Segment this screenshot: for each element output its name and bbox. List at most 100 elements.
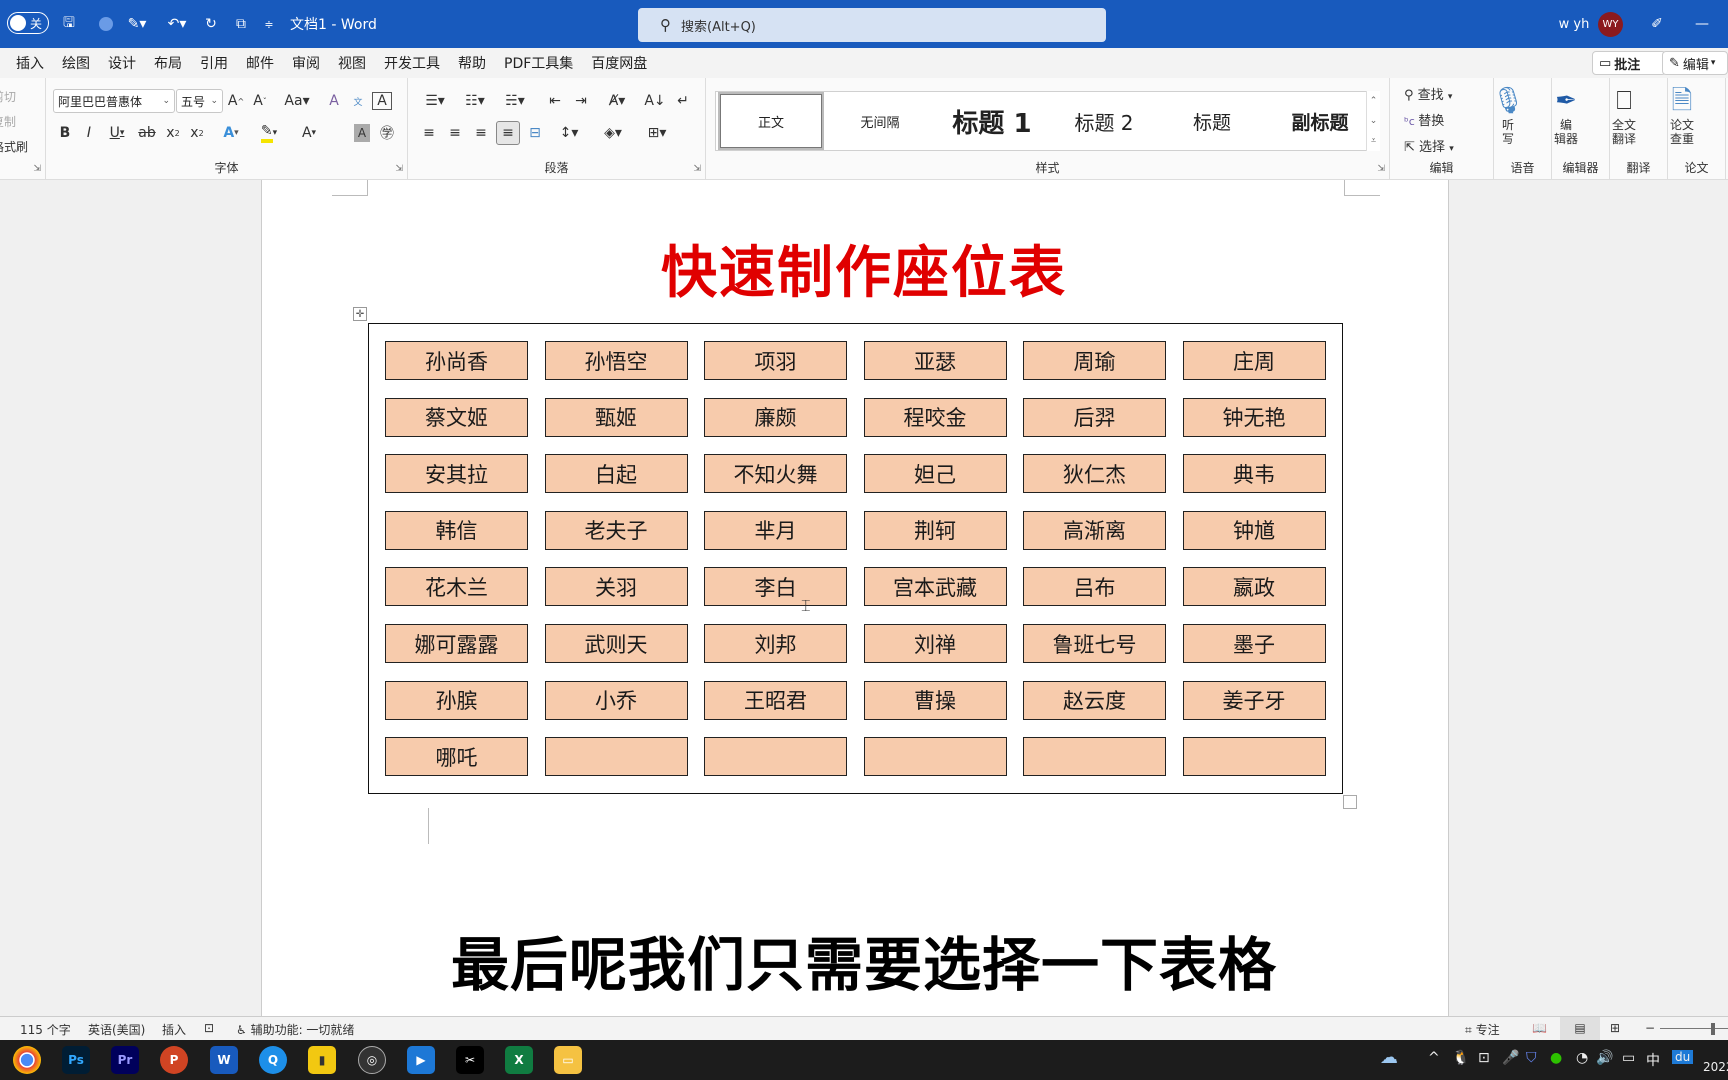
- tab-layout[interactable]: 布局: [145, 53, 191, 73]
- seat-cell[interactable]: 不知火舞: [704, 454, 847, 494]
- style-subtitle[interactable]: 副标题: [1268, 92, 1372, 150]
- save-icon[interactable]: 🖫: [58, 0, 80, 48]
- seat-cell[interactable]: 赵云度: [1023, 680, 1166, 720]
- dictate-button[interactable]: 🎙 听 写: [1482, 84, 1534, 146]
- sort-icon[interactable]: A↓: [644, 89, 666, 113]
- seat-cell[interactable]: 蔡文姬: [385, 397, 528, 437]
- seat-cell[interactable]: 哪吒: [385, 737, 528, 777]
- camera-icon[interactable]: ⊡: [1478, 1050, 1490, 1066]
- tab-help[interactable]: 帮助: [449, 53, 495, 73]
- seat-cell[interactable]: 鲁班七号: [1023, 624, 1166, 663]
- show-marks-icon[interactable]: ↵: [672, 89, 694, 113]
- seat-table[interactable]: 孙尚香 孙悟空 项羽 亚瑟 周瑜 庄周 蔡文姬 甄姬 廉颇 程咬金 后羿 钟无艳 安其拉 白起 不知火舞 妲己…: [368, 323, 1343, 794]
- seat-cell[interactable]: 孙悟空: [544, 341, 688, 380]
- select-button[interactable]: ⇱ 选择 ▾: [1404, 136, 1454, 155]
- seat-cell[interactable]: 李白: [704, 567, 847, 607]
- dialog-launcher-icon[interactable]: ⇲: [693, 164, 701, 174]
- onedrive-icon[interactable]: ☁: [1380, 1047, 1398, 1068]
- tab-references[interactable]: 引用: [191, 53, 237, 73]
- seat-cell[interactable]: 武则天: [544, 624, 688, 663]
- wifi-icon[interactable]: ◔: [1576, 1050, 1588, 1066]
- cut-button[interactable]: 剪切: [0, 88, 16, 105]
- style-no-spacing[interactable]: 无间隔: [828, 92, 932, 150]
- increase-indent-icon[interactable]: ⇥: [570, 89, 592, 113]
- macro-record-icon[interactable]: ⊡: [204, 1021, 214, 1035]
- tab-view[interactable]: 视图: [329, 53, 375, 73]
- subscript-icon[interactable]: x2: [162, 121, 184, 145]
- seat-cell[interactable]: 曹操: [863, 680, 1007, 720]
- font-color-icon[interactable]: A ▾: [294, 121, 324, 145]
- seat-cell[interactable]: 高渐离: [1023, 510, 1166, 550]
- table-resize-handle[interactable]: [1343, 795, 1357, 809]
- seat-cell[interactable]: 小乔: [544, 680, 688, 720]
- tab-pdf-tools[interactable]: PDF工具集: [495, 53, 582, 73]
- seat-cell[interactable]: 狄仁杰: [1023, 454, 1166, 494]
- autosave-toggle[interactable]: 关: [7, 12, 49, 34]
- seat-cell[interactable]: 妲己: [863, 454, 1007, 494]
- search-box[interactable]: ⚲ 搜索(Alt+Q): [638, 8, 1106, 42]
- align-right-icon[interactable]: ≡: [470, 121, 492, 145]
- bold-icon[interactable]: B: [56, 121, 74, 145]
- superscript-icon[interactable]: x2: [186, 121, 208, 145]
- more-styles-icon[interactable]: ⩡: [1371, 136, 1376, 146]
- customize-qat-icon[interactable]: ≑: [260, 0, 278, 48]
- seat-cell[interactable]: 庄周: [1182, 341, 1326, 380]
- grow-font-icon[interactable]: A ^: [226, 89, 246, 113]
- zoom-out-icon[interactable]: −: [1645, 1021, 1655, 1035]
- seat-cell[interactable]: 芈月: [704, 510, 847, 550]
- wechat-icon[interactable]: ●: [1550, 1050, 1562, 1066]
- tab-mailings[interactable]: 邮件: [237, 53, 283, 73]
- designer-pen-icon[interactable]: ✐: [1645, 0, 1669, 48]
- power-bi-icon[interactable]: ▮: [308, 1046, 336, 1074]
- clear-formatting-icon[interactable]: A: [324, 89, 344, 113]
- chevron-down-icon[interactable]: ⌄: [1370, 116, 1378, 126]
- seat-cell[interactable]: [704, 737, 847, 777]
- redo-icon[interactable]: ↻: [200, 0, 222, 48]
- editing-mode-button[interactable]: ✎ 编辑 ▾: [1662, 51, 1728, 75]
- seat-cell[interactable]: [1023, 737, 1166, 777]
- seat-cell[interactable]: 典韦: [1182, 454, 1326, 494]
- seat-cell[interactable]: 程咬金: [863, 397, 1007, 437]
- word-icon[interactable]: W: [210, 1046, 238, 1074]
- seat-cell[interactable]: 韩信: [385, 510, 528, 550]
- chrome-icon[interactable]: [13, 1046, 41, 1074]
- tab-baidu-netdisk[interactable]: 百度网盘: [582, 53, 656, 73]
- highlight-icon[interactable]: ✎ ▾: [254, 121, 284, 145]
- styles-scroll[interactable]: ⌃ ⌄ ⩡: [1366, 91, 1380, 151]
- tray-chevron-up-icon[interactable]: ^: [1428, 1050, 1440, 1066]
- paper-check-button[interactable]: 🗎 论文 查重: [1656, 84, 1708, 146]
- seat-cell[interactable]: 刘邦: [704, 624, 847, 663]
- full-translate-button[interactable]: ⎕ 全文 翻译: [1598, 84, 1650, 146]
- font-size-select[interactable]: 五号 ⌄: [176, 89, 223, 113]
- tab-draw[interactable]: 绘图: [53, 53, 99, 73]
- seat-cell[interactable]: 孙膑: [385, 680, 528, 720]
- text-effects-icon[interactable]: A ▾: [216, 121, 246, 145]
- tab-review[interactable]: 审阅: [283, 53, 329, 73]
- seat-cell[interactable]: 钟馗: [1182, 510, 1326, 550]
- file-explorer-icon[interactable]: ▭: [554, 1046, 582, 1074]
- tab-design[interactable]: 设计: [99, 53, 145, 73]
- seat-cell[interactable]: 孙尚香: [385, 341, 528, 380]
- shrink-font-icon[interactable]: Aˇ: [250, 89, 270, 113]
- focus-mode-button[interactable]: ⌗ 专注: [1465, 1021, 1500, 1038]
- capcut-icon[interactable]: ✂: [456, 1046, 484, 1074]
- read-mode-icon[interactable]: 📖: [1532, 1021, 1547, 1035]
- qq-icon[interactable]: 🐧: [1452, 1050, 1469, 1066]
- style-normal[interactable]: 正文: [718, 92, 824, 150]
- tab-insert[interactable]: 插入: [0, 53, 53, 73]
- zoom-slider-thumb[interactable]: [1711, 1023, 1715, 1035]
- seat-cell[interactable]: 刘禅: [863, 624, 1007, 663]
- user-name[interactable]: w yh: [1558, 0, 1590, 48]
- numbering-icon[interactable]: ☷▾: [458, 89, 492, 113]
- italic-icon[interactable]: I: [80, 121, 98, 145]
- dialog-launcher-icon[interactable]: ⇲: [1377, 164, 1385, 174]
- dialog-launcher-icon[interactable]: ⇲: [395, 164, 403, 174]
- touch-mode-icon[interactable]: ✎▾: [122, 0, 152, 48]
- seat-cell[interactable]: 项羽: [704, 341, 847, 380]
- asian-layout-icon[interactable]: Ⱥ▾: [600, 89, 634, 113]
- word-count[interactable]: 115 个字: [20, 1021, 71, 1038]
- seat-cell[interactable]: 嬴政: [1182, 567, 1326, 607]
- seat-cell[interactable]: [863, 737, 1007, 777]
- volume-icon[interactable]: 🔊: [1596, 1050, 1613, 1066]
- bullets-icon[interactable]: ☰▾: [418, 89, 452, 113]
